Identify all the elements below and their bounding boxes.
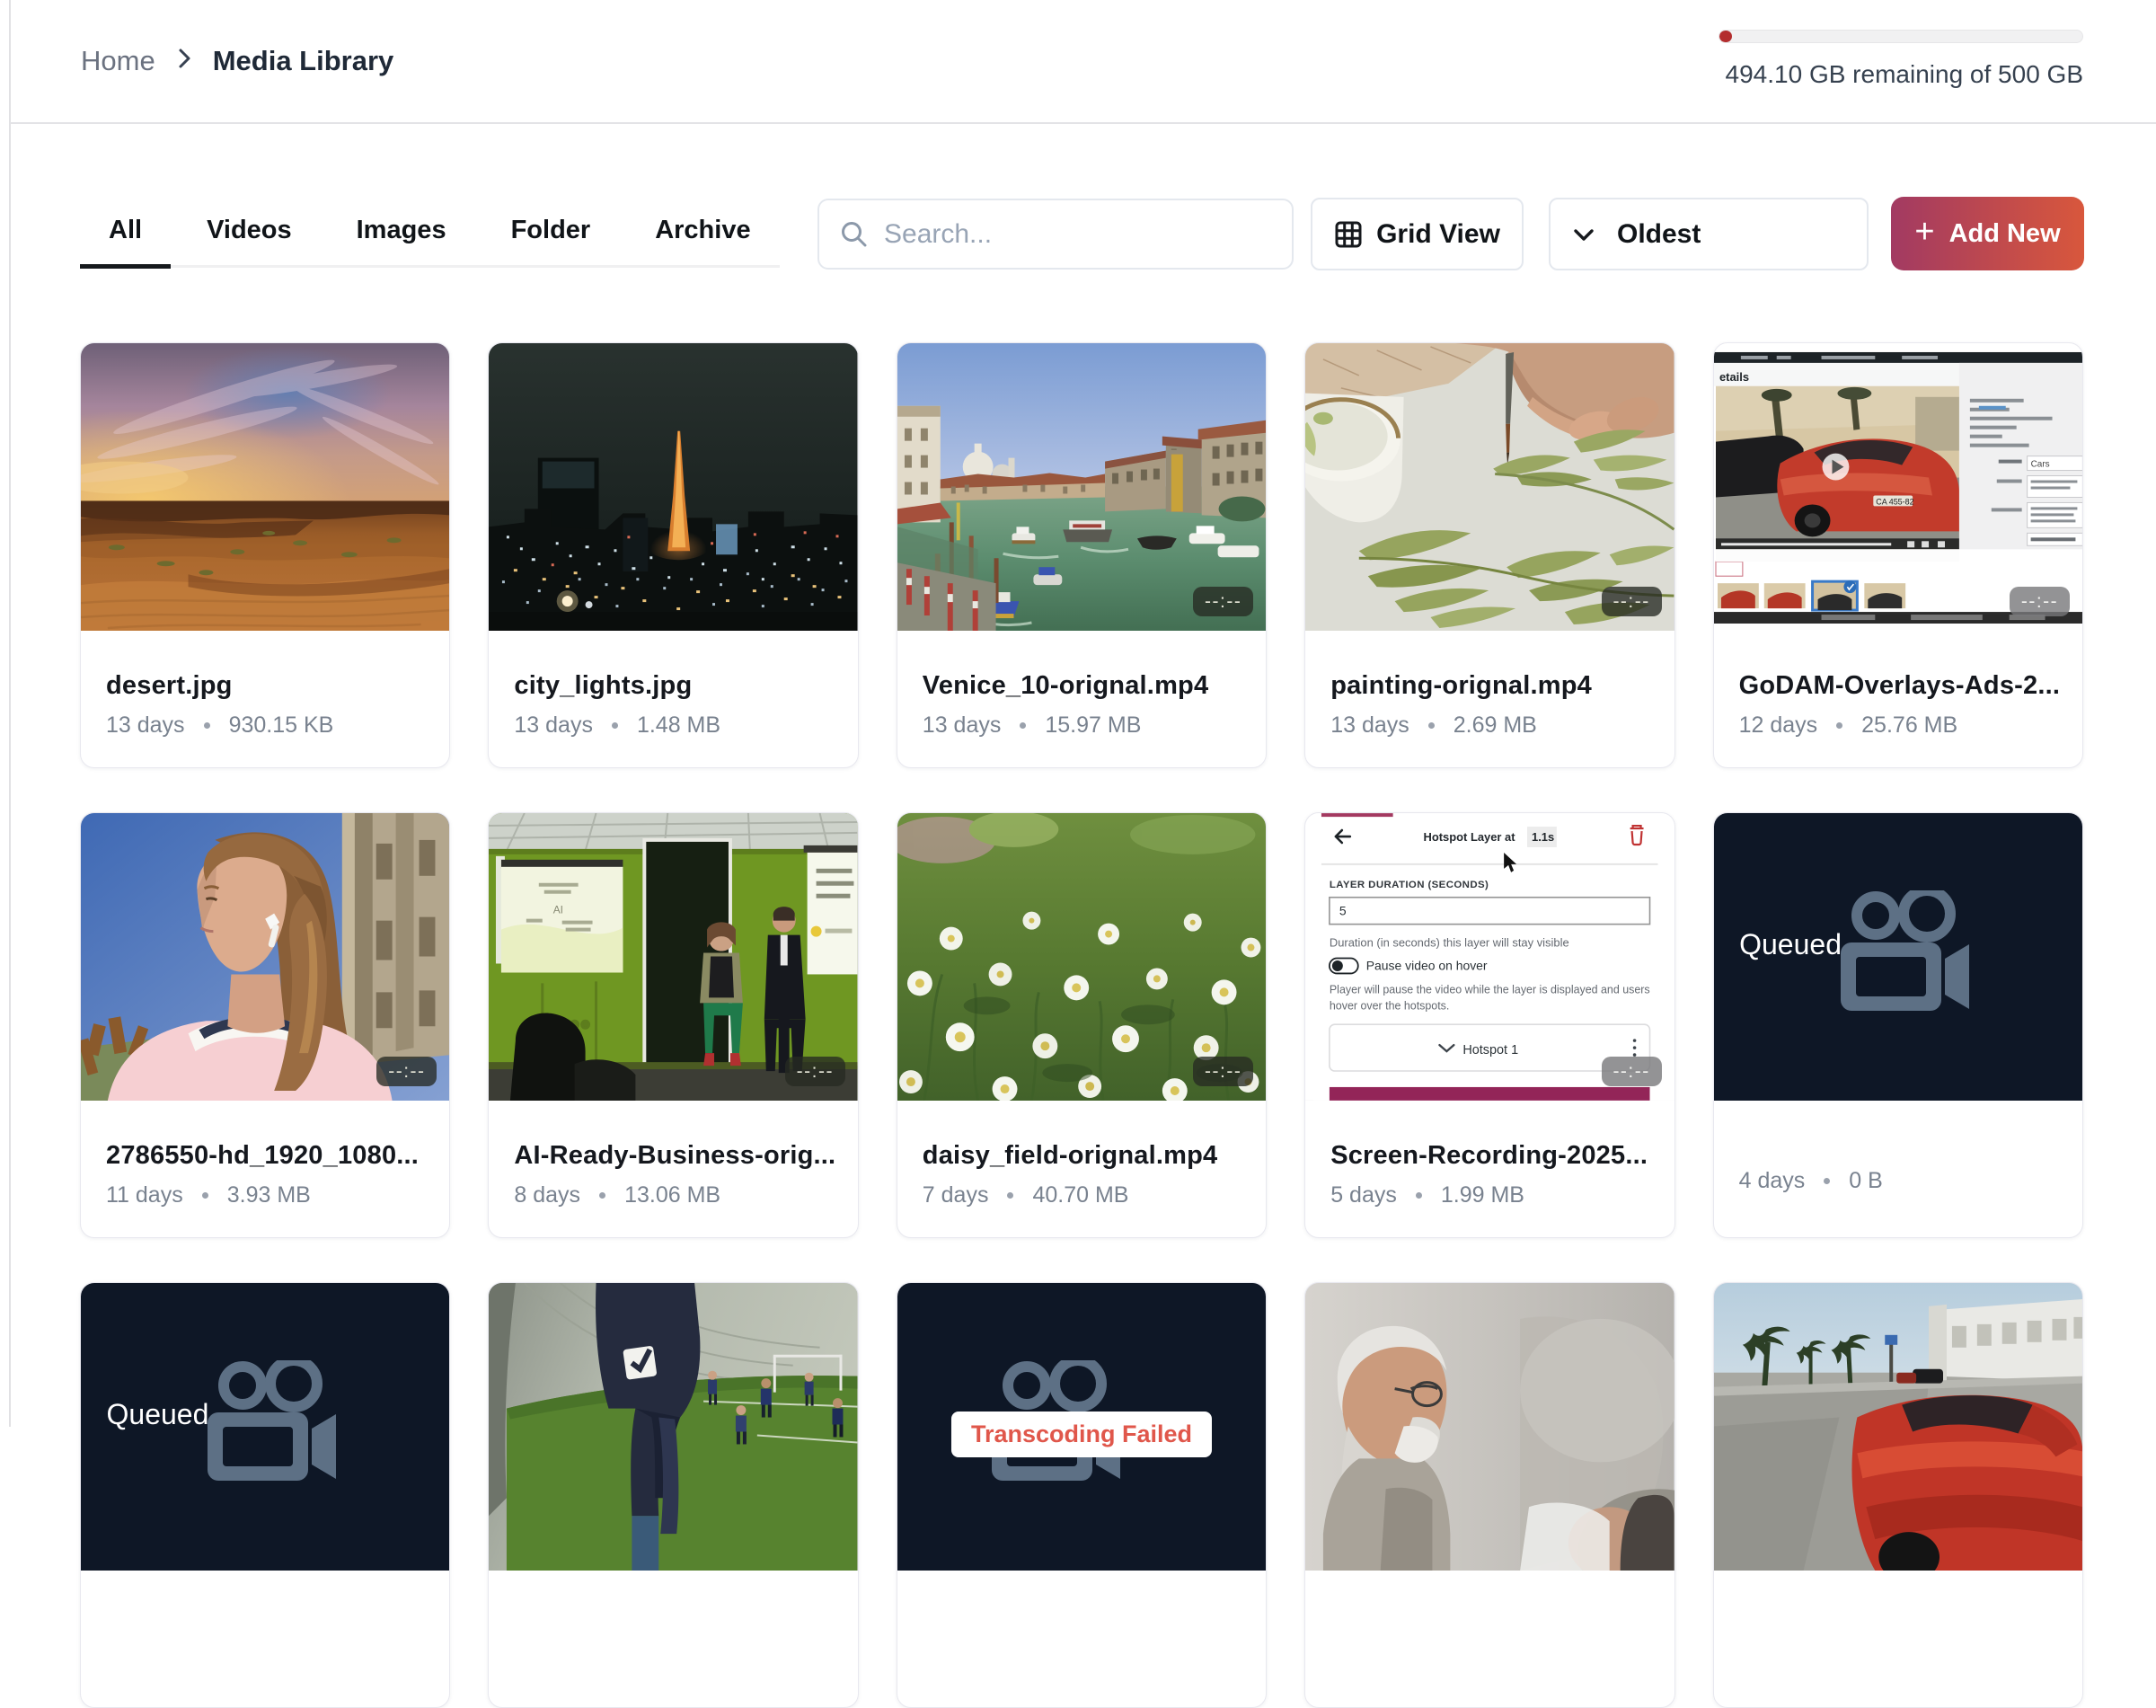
svg-text:AI: AI	[553, 904, 563, 916]
svg-text:Duration (in seconds) this lay: Duration (in seconds) this layer will st…	[1330, 936, 1569, 950]
svg-text:etails: etails	[1719, 370, 1749, 384]
svg-text:hover over the hotspots.: hover over the hotspots.	[1330, 999, 1449, 1012]
svg-text:Player will pause the video wh: Player will pause the video while the la…	[1330, 983, 1650, 996]
svg-text:CA 455-82: CA 455-82	[1876, 497, 1913, 506]
svg-text:LAYER DURATION (SECONDS): LAYER DURATION (SECONDS)	[1330, 880, 1489, 890]
svg-text:1.1s: 1.1s	[1532, 830, 1554, 844]
svg-text:5: 5	[1339, 904, 1347, 918]
svg-text:Hotspot Layer at: Hotspot Layer at	[1424, 830, 1516, 844]
svg-text:Cars: Cars	[2030, 460, 2049, 470]
svg-text:Pause video on hover: Pause video on hover	[1366, 958, 1488, 972]
svg-text:Hotspot 1: Hotspot 1	[1463, 1043, 1519, 1058]
